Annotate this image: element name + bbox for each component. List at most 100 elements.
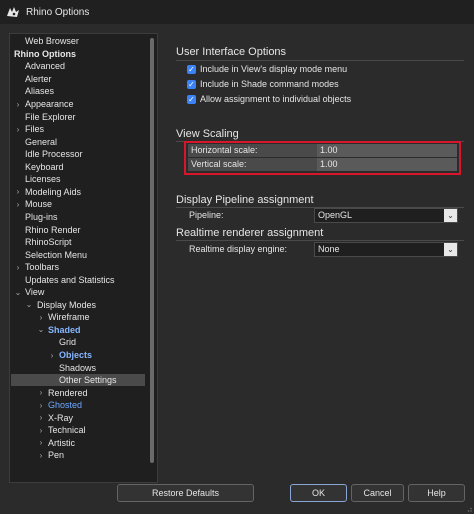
- tree-item-label: Keyboard: [25, 161, 64, 172]
- tree-item[interactable]: › Pen: [11, 449, 145, 462]
- tree-item[interactable]: Grid: [11, 336, 145, 349]
- chevron-right-icon[interactable]: ›: [37, 426, 45, 435]
- tree-item[interactable]: Advanced: [11, 60, 145, 73]
- tree-item[interactable]: › Mouse: [11, 198, 145, 211]
- tree-item-label: Alerter: [25, 73, 52, 84]
- tree-item[interactable]: › Artistic: [11, 437, 145, 450]
- checkbox-shade-command[interactable]: ✓: [187, 79, 196, 89]
- help-button[interactable]: Help: [408, 484, 465, 502]
- chevron-down-icon[interactable]: ⌄: [37, 325, 45, 334]
- tree-item[interactable]: › X-Ray: [11, 412, 145, 425]
- options-tree[interactable]: Web Browser Rhino Options Advanced Alerter A…: [9, 33, 158, 483]
- tree-item[interactable]: ⌄ View: [11, 286, 145, 299]
- tree-item-label: Licenses: [25, 174, 61, 185]
- horizontal-scale-row: Horizontal scale: 1.00: [188, 144, 457, 157]
- tree-item-label: Wireframe: [48, 312, 90, 323]
- view-scaling-highlight: Horizontal scale: 1.00 Vertical scale: 1…: [184, 141, 461, 175]
- rhino-logo-icon: [7, 7, 19, 17]
- tree-item[interactable]: › Ghosted: [11, 399, 145, 412]
- view-scaling-title: View Scaling: [176, 128, 239, 140]
- tree-item-label: Display Modes: [37, 299, 97, 310]
- tree-scrollbar-thumb[interactable]: [150, 38, 154, 463]
- tree-item-label: Shadows: [59, 362, 97, 373]
- tree-item[interactable]: Licenses: [11, 173, 145, 186]
- tree-item[interactable]: Other Settings: [11, 373, 145, 387]
- chevron-down-icon[interactable]: ⌄: [444, 209, 457, 222]
- chevron-down-icon[interactable]: ⌄: [444, 243, 457, 256]
- chevron-right-icon[interactable]: ›: [37, 438, 45, 447]
- tree-item[interactable]: › Appearance: [11, 98, 145, 111]
- tree-item[interactable]: › Rendered: [11, 386, 145, 399]
- tree-item[interactable]: ⌄ Display Modes: [11, 299, 145, 312]
- horizontal-scale-label: Horizontal scale:: [191, 145, 258, 155]
- tree-item[interactable]: ⌄ Shaded: [11, 324, 145, 337]
- tree-item-label: Artistic: [48, 437, 75, 448]
- tree-item-label: X-Ray: [48, 412, 74, 423]
- chevron-right-icon[interactable]: ›: [37, 313, 45, 322]
- tree-item-label: Rhino Render: [25, 224, 81, 235]
- tree-item[interactable]: Idle Processor: [11, 148, 145, 161]
- tree-item[interactable]: Selection Menu: [11, 248, 145, 261]
- option-shade-command[interactable]: ✓ Include in Shade command modes: [187, 79, 339, 89]
- realtime-renderer-title: Realtime renderer assignment: [176, 227, 324, 239]
- tree-item-label: Other Settings: [59, 375, 117, 386]
- chevron-right-icon[interactable]: ›: [14, 263, 22, 272]
- tree-item[interactable]: Shadows: [11, 361, 145, 374]
- tree-item-label: Web Browser: [25, 36, 79, 47]
- tree-item[interactable]: › Objects: [11, 349, 145, 362]
- tree-item-label: Objects: [59, 350, 93, 360]
- tree-item[interactable]: Updates and Statistics: [11, 273, 145, 286]
- pipeline-label: Pipeline:: [189, 210, 224, 220]
- vertical-scale-input[interactable]: 1.00: [317, 158, 457, 171]
- tree-item[interactable]: › Wireframe: [11, 311, 145, 324]
- tree-item[interactable]: Web Browser: [11, 35, 145, 48]
- tree-item[interactable]: Rhino Options: [11, 48, 145, 61]
- tree-item[interactable]: Plug-ins: [11, 211, 145, 224]
- ok-button[interactable]: OK: [290, 484, 347, 502]
- engine-label: Realtime display engine:: [189, 244, 288, 254]
- tree-item[interactable]: File Explorer: [11, 110, 145, 123]
- checkbox-display-mode-menu[interactable]: ✓: [187, 64, 196, 74]
- chevron-right-icon[interactable]: ›: [14, 100, 22, 109]
- option-individual-objects[interactable]: ✓ Allow assignment to individual objects: [187, 94, 351, 104]
- tree-item[interactable]: › Files: [11, 123, 145, 136]
- chevron-right-icon[interactable]: ›: [14, 187, 22, 196]
- vertical-scale-label: Vertical scale:: [191, 159, 247, 169]
- chevron-right-icon[interactable]: ›: [37, 388, 45, 397]
- tree-item[interactable]: › Technical: [11, 424, 145, 437]
- checkbox-individual-objects[interactable]: ✓: [187, 94, 196, 104]
- ui-options-title: User Interface Options: [176, 46, 287, 58]
- tree-item-label: File Explorer: [25, 111, 76, 122]
- chevron-right-icon[interactable]: ›: [48, 351, 56, 360]
- chevron-right-icon[interactable]: ›: [14, 125, 22, 134]
- chevron-down-icon[interactable]: ⌄: [14, 288, 22, 297]
- chevron-down-icon[interactable]: ⌄: [25, 300, 33, 309]
- cancel-button[interactable]: Cancel: [351, 484, 404, 502]
- engine-select[interactable]: None ⌄: [314, 242, 458, 257]
- tree-item-label: Modeling Aids: [25, 186, 82, 197]
- chevron-right-icon[interactable]: ›: [37, 451, 45, 460]
- tree-item-label: Updates and Statistics: [25, 274, 115, 285]
- tree-item[interactable]: General: [11, 135, 145, 148]
- window-title: Rhino Options: [26, 6, 90, 18]
- tree-item[interactable]: › Toolbars: [11, 261, 145, 274]
- tree-item[interactable]: Alerter: [11, 73, 145, 86]
- tree-item-label: Files: [25, 124, 45, 135]
- tree-item[interactable]: › Modeling Aids: [11, 186, 145, 199]
- resize-grip-icon[interactable]: [466, 506, 472, 512]
- tree-item-label: Rhino Options: [14, 48, 76, 59]
- tree-item-label: General: [25, 136, 58, 147]
- chevron-right-icon[interactable]: ›: [37, 413, 45, 422]
- restore-defaults-button[interactable]: Restore Defaults: [117, 484, 254, 502]
- tree-item[interactable]: Aliases: [11, 85, 145, 98]
- pipeline-select[interactable]: OpenGL ⌄: [314, 208, 458, 223]
- horizontal-scale-input[interactable]: 1.00: [317, 144, 457, 157]
- tree-scrollbar[interactable]: [148, 35, 156, 481]
- tree-item[interactable]: Keyboard: [11, 161, 145, 174]
- tree-item[interactable]: RhinoScript: [11, 236, 145, 249]
- tree-item-label: Idle Processor: [25, 149, 83, 160]
- option-display-mode-menu[interactable]: ✓ Include in View's display mode menu: [187, 64, 347, 74]
- tree-item[interactable]: Rhino Render: [11, 223, 145, 236]
- chevron-right-icon[interactable]: ›: [37, 401, 45, 410]
- chevron-right-icon[interactable]: ›: [14, 200, 22, 209]
